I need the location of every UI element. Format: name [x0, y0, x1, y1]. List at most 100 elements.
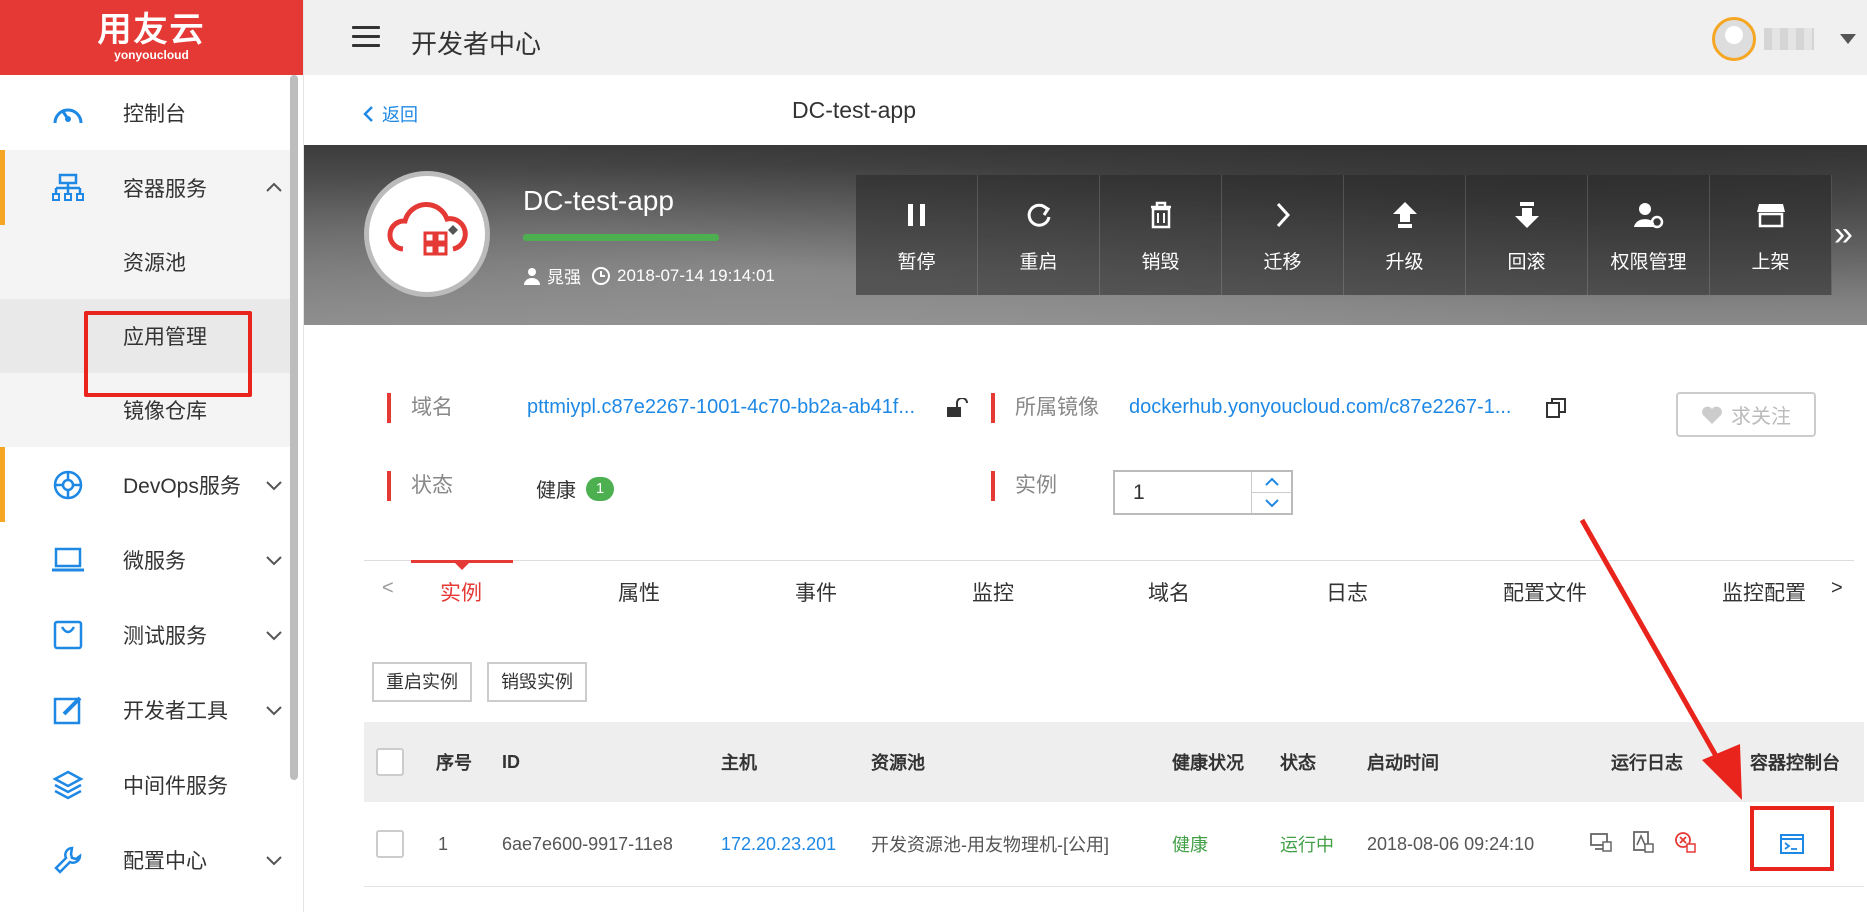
- tab-config-files[interactable]: 配置文件: [1503, 577, 1587, 607]
- sidebar-item-dev-tools[interactable]: 开发者工具: [0, 672, 290, 747]
- clock-icon: [592, 266, 610, 285]
- sidebar-item-label: 配置中心: [123, 849, 207, 873]
- status-text: 健康: [536, 480, 576, 502]
- migrate-button[interactable]: 迁移: [1222, 175, 1344, 295]
- caret-down-icon[interactable]: [1840, 34, 1856, 44]
- upload-arrow-icon: [1392, 197, 1418, 233]
- sidebar-item-label: 微服务: [123, 549, 186, 573]
- store-icon: [1756, 197, 1785, 233]
- user-avatar[interactable]: [1712, 17, 1756, 61]
- destroy-instance-button[interactable]: 销毁实例: [487, 662, 587, 702]
- tabs-next-arrow[interactable]: >: [1831, 577, 1843, 600]
- sidebar-item-dashboard[interactable]: 控制台: [0, 75, 290, 150]
- brand-logo[interactable]: 用友云 yonyoucloud: [0, 0, 303, 75]
- status-value: 健康 1: [536, 474, 614, 503]
- column-header: 健康状况: [1172, 753, 1244, 773]
- increment-button[interactable]: [1252, 472, 1291, 493]
- sidebar-item-label: 开发者工具: [123, 699, 228, 723]
- chevron-down-icon: [264, 550, 284, 570]
- restart-button[interactable]: 重启: [978, 175, 1100, 295]
- upgrade-button[interactable]: 升级: [1344, 175, 1466, 295]
- image-link[interactable]: dockerhub.yonyoucloud.com/c87e2267-1...: [1129, 396, 1511, 419]
- tabs-prev-arrow[interactable]: <: [382, 577, 394, 600]
- file-log-icon[interactable]: [1632, 830, 1654, 858]
- error-log-icon[interactable]: [1674, 831, 1696, 858]
- action-label: 上架: [1751, 251, 1790, 273]
- column-header: 容器控制台: [1750, 753, 1840, 773]
- app-health-bar: [523, 234, 719, 241]
- table-header: 序号 ID 主机 资源池 健康状况 状态 启动时间 运行日志 容器控制台: [364, 722, 1864, 802]
- menu-icon[interactable]: [352, 26, 380, 48]
- tab-logs[interactable]: 日志: [1326, 577, 1368, 607]
- chevron-right-icon: [1274, 197, 1292, 233]
- sidebar-subitem-resource-pool[interactable]: 资源池: [0, 225, 290, 299]
- row-host-link[interactable]: 172.20.23.201: [721, 802, 836, 886]
- sidebar-item-middleware[interactable]: 中间件服务: [0, 747, 290, 822]
- app-created-time: 2018-07-14 19:14:01: [617, 265, 775, 285]
- sidebar-subitem-label: 镜像仓库: [123, 400, 207, 423]
- top-header: 开发者中心: [304, 0, 1867, 75]
- sidebar-item-container-service[interactable]: 容器服务: [0, 150, 290, 225]
- app-owner: 晁强: [547, 268, 581, 287]
- double-chevron-right-icon[interactable]: »: [1834, 215, 1853, 254]
- row-pool: 开发资源池-用友物理机-[公用]: [871, 835, 1109, 855]
- publish-button[interactable]: 上架: [1710, 175, 1832, 295]
- row-health: 健康: [1172, 835, 1208, 855]
- row-start-time: 2018-08-06 09:24:10: [1367, 833, 1535, 854]
- destroy-button[interactable]: 销毁: [1100, 175, 1222, 295]
- chevron-down-icon: [264, 700, 284, 720]
- rollback-button[interactable]: 回滚: [1466, 175, 1588, 295]
- tab-monitor-config[interactable]: 监控配置: [1722, 577, 1806, 607]
- status-count-badge: 1: [586, 476, 614, 501]
- permission-button[interactable]: 权限管理: [1588, 175, 1710, 295]
- sidebar-item-testing[interactable]: 测试服务: [0, 597, 290, 672]
- chevron-down-icon: [264, 475, 284, 495]
- brand-subtitle: yonyoucloud: [114, 48, 189, 62]
- instance-label: 实例: [991, 471, 1057, 501]
- chevron-down-icon: [1264, 499, 1279, 508]
- tab-instances[interactable]: 实例: [440, 577, 482, 607]
- chevron-down-icon: [264, 625, 284, 645]
- row-log-actions: [1590, 802, 1696, 886]
- action-label: 权限管理: [1610, 251, 1687, 273]
- status-label: 状态: [387, 471, 453, 501]
- row-status: 运行中: [1280, 835, 1334, 855]
- sidebar-scrollbar[interactable]: [290, 75, 298, 780]
- trash-icon: [1149, 197, 1173, 233]
- select-all-checkbox[interactable]: [376, 748, 404, 776]
- stdout-log-icon[interactable]: [1590, 832, 1612, 857]
- action-label: 重启: [1019, 251, 1058, 273]
- instance-stepper[interactable]: 1: [1113, 470, 1293, 515]
- restart-instance-button[interactable]: 重启实例: [372, 662, 472, 702]
- tab-events[interactable]: 事件: [795, 577, 837, 607]
- pause-button[interactable]: 暂停: [856, 175, 978, 295]
- username-blurred[interactable]: [1764, 28, 1814, 50]
- sidebar-item-devops[interactable]: DevOps服务: [0, 447, 290, 522]
- sidebar-item-config-center[interactable]: 配置中心: [0, 822, 290, 897]
- tab-domain[interactable]: 域名: [1148, 577, 1190, 607]
- sidebar-item-microservice[interactable]: 微服务: [0, 522, 290, 597]
- instance-count-value[interactable]: 1: [1115, 472, 1251, 513]
- follow-label: 求关注: [1731, 406, 1791, 428]
- decrement-button[interactable]: [1252, 493, 1291, 513]
- sidebar-item-label: 测试服务: [123, 624, 207, 648]
- page-title: DC-test-app: [792, 97, 916, 123]
- layers-icon: [50, 767, 86, 803]
- table-row: 1 6ae7e600-9917-11e8 172.20.23.201 开发资源池…: [364, 802, 1864, 887]
- domain-link[interactable]: pttmiypl.c87e2267-1001-4c70-bb2a-ab41f..…: [527, 396, 915, 419]
- follow-button[interactable]: 求关注: [1676, 392, 1816, 437]
- app-actions: 暂停 重启 销毁 迁移 升级 回滚 权限管理 上架: [856, 175, 1832, 295]
- download-arrow-icon: [1514, 197, 1540, 233]
- bag-icon: [50, 617, 86, 653]
- row-checkbox[interactable]: [376, 830, 404, 858]
- edit-icon: [50, 692, 86, 728]
- unlock-icon[interactable]: [946, 397, 968, 423]
- wrench-icon: [50, 842, 86, 878]
- copy-icon[interactable]: [1545, 397, 1567, 424]
- devops-icon: [50, 467, 86, 503]
- sidebar-item-label: 中间件服务: [123, 774, 228, 798]
- header-title: 开发者中心: [411, 29, 542, 59]
- tab-properties[interactable]: 属性: [618, 577, 660, 607]
- tab-monitoring[interactable]: 监控: [972, 577, 1014, 607]
- highlight-box-app-management: [84, 311, 252, 397]
